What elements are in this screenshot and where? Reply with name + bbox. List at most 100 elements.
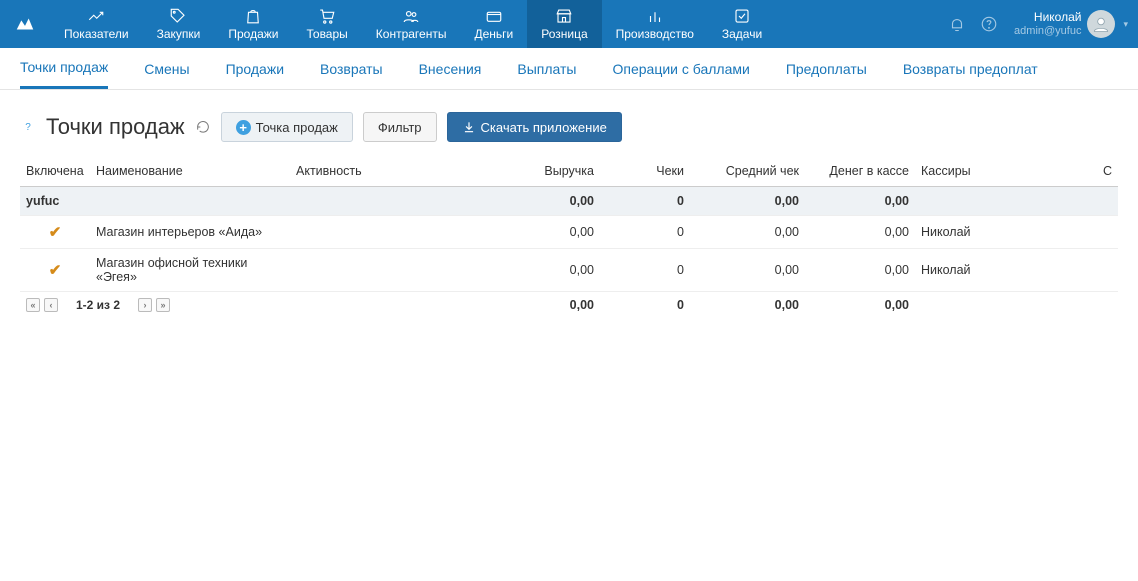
group-row[interactable]: yufuc 0,00 0 0,00 0,00 — [20, 187, 1118, 216]
check-square-icon — [733, 7, 751, 25]
subnav-pos[interactable]: Точки продаж — [20, 48, 108, 89]
grid-wrap: Включена Наименование Активность Выручка… — [0, 156, 1138, 319]
top-navbar: Показатели Закупки Продажи Товары Контра… — [0, 0, 1138, 48]
row-avg: 0,00 — [690, 249, 805, 292]
pager-first-button[interactable]: « — [26, 298, 40, 312]
page-header: ? Точки продаж + Точка продаж Фильтр Ска… — [0, 90, 1138, 156]
help-circle-icon[interactable] — [980, 15, 998, 33]
download-label: Скачать приложение — [481, 120, 607, 135]
user-avatar-icon — [1091, 14, 1111, 34]
pos-table: Включена Наименование Активность Выручка… — [20, 156, 1118, 319]
row-avg: 0,00 — [690, 216, 805, 249]
nav-purchases[interactable]: Закупки — [143, 0, 215, 48]
group-name: yufuc — [20, 187, 490, 216]
nav-label: Товары — [307, 27, 348, 41]
th-avg[interactable]: Средний чек — [690, 156, 805, 187]
nav-goods[interactable]: Товары — [293, 0, 362, 48]
nav-indicators[interactable]: Показатели — [50, 0, 143, 48]
subnav-bonus-ops[interactable]: Операции с баллами — [612, 50, 749, 88]
avatar — [1087, 10, 1115, 38]
subnav-deposits[interactable]: Внесения — [419, 50, 482, 88]
nav-label: Закупки — [157, 27, 201, 41]
footer-row: « ‹ 1-2 из 2 › » 0,00 0 0,00 0,00 — [20, 292, 1118, 320]
chart-line-icon — [87, 7, 105, 25]
footer-cash: 0,00 — [805, 292, 915, 320]
chevron-down-icon: ▾ — [1123, 19, 1128, 30]
nav-label: Задачи — [722, 27, 762, 41]
check-icon: ✔ — [49, 262, 62, 279]
logo-icon — [14, 13, 36, 35]
row-name: Магазин офисной техники «Эгея» — [90, 249, 290, 292]
row-revenue: 0,00 — [490, 216, 600, 249]
group-revenue: 0,00 — [490, 187, 600, 216]
group-checks: 0 — [600, 187, 690, 216]
th-revenue[interactable]: Выручка — [490, 156, 600, 187]
user-name: Николай — [1034, 10, 1082, 24]
footer-checks: 0 — [600, 292, 690, 320]
subnav-returns[interactable]: Возвраты — [320, 50, 383, 88]
nav-label: Продажи — [228, 27, 278, 41]
top-icons — [942, 0, 1004, 48]
nav-tasks[interactable]: Задачи — [708, 0, 776, 48]
th-cash[interactable]: Денег в кассе — [805, 156, 915, 187]
nav-label: Розница — [541, 27, 587, 41]
app-logo[interactable] — [0, 0, 50, 48]
subnav-prepay-returns[interactable]: Возвраты предоплат — [903, 50, 1038, 88]
nav-label: Производство — [616, 27, 694, 41]
filter-label: Фильтр — [378, 120, 422, 135]
help-mark-icon[interactable]: ? — [20, 119, 36, 135]
row-name: Магазин интерьеров «Аида» — [90, 216, 290, 249]
levels-icon — [646, 7, 664, 25]
pager-next-button[interactable]: › — [138, 298, 152, 312]
nav-production[interactable]: Производство — [602, 0, 708, 48]
group-avg: 0,00 — [690, 187, 805, 216]
th-name[interactable]: Наименование — [90, 156, 290, 187]
add-pos-button[interactable]: + Точка продаж — [221, 112, 353, 142]
row-cash: 0,00 — [805, 216, 915, 249]
th-checks[interactable]: Чеки — [600, 156, 690, 187]
nav-sales[interactable]: Продажи — [214, 0, 292, 48]
group-cash: 0,00 — [805, 187, 915, 216]
page-title: Точки продаж — [46, 114, 185, 140]
filter-button[interactable]: Фильтр — [363, 112, 437, 142]
nav-label: Контрагенты — [376, 27, 447, 41]
tag-icon — [169, 7, 187, 25]
bag-icon — [244, 7, 262, 25]
plus-circle-icon: + — [236, 120, 251, 135]
row-cashiers: Николай — [915, 216, 1035, 249]
row-revenue: 0,00 — [490, 249, 600, 292]
subnav-shifts[interactable]: Смены — [144, 50, 189, 88]
nav-counterparties[interactable]: Контрагенты — [362, 0, 461, 48]
wallet-icon — [485, 7, 503, 25]
footer-revenue: 0,00 — [490, 292, 600, 320]
pager: « ‹ 1-2 из 2 › » — [26, 298, 484, 312]
table-row[interactable]: ✔ Магазин офисной техники «Эгея» 0,00 0 … — [20, 249, 1118, 292]
th-cashiers[interactable]: Кассиры — [915, 156, 1035, 187]
pager-text: 1-2 из 2 — [76, 298, 120, 312]
subnav-prepay[interactable]: Предоплаты — [786, 50, 867, 88]
users-icon — [402, 7, 420, 25]
table-row[interactable]: ✔ Магазин интерьеров «Аида» 0,00 0 0,00 … — [20, 216, 1118, 249]
th-enabled[interactable]: Включена — [20, 156, 90, 187]
th-last[interactable]: С — [1035, 156, 1118, 187]
pager-prev-button[interactable]: ‹ — [44, 298, 58, 312]
store-icon — [555, 7, 573, 25]
user-block[interactable]: Николай admin@yufuc ▾ — [1004, 0, 1138, 48]
row-checks: 0 — [600, 249, 690, 292]
subnav: Точки продаж Смены Продажи Возвраты Внес… — [0, 48, 1138, 90]
nav-money[interactable]: Деньги — [460, 0, 527, 48]
download-app-button[interactable]: Скачать приложение — [447, 112, 622, 142]
table-header-row: Включена Наименование Активность Выручка… — [20, 156, 1118, 187]
download-icon — [462, 120, 476, 134]
footer-avg: 0,00 — [690, 292, 805, 320]
nav-label: Показатели — [64, 27, 129, 41]
th-activity[interactable]: Активность — [290, 156, 490, 187]
pager-last-button[interactable]: » — [156, 298, 170, 312]
subnav-payouts[interactable]: Выплаты — [517, 50, 576, 88]
nav-retail[interactable]: Розница — [527, 0, 601, 48]
subnav-sales[interactable]: Продажи — [226, 50, 284, 88]
bell-icon[interactable] — [948, 15, 966, 33]
nav-label: Деньги — [474, 27, 513, 41]
user-sub: admin@yufuc — [1014, 25, 1081, 38]
refresh-icon[interactable] — [195, 119, 211, 135]
